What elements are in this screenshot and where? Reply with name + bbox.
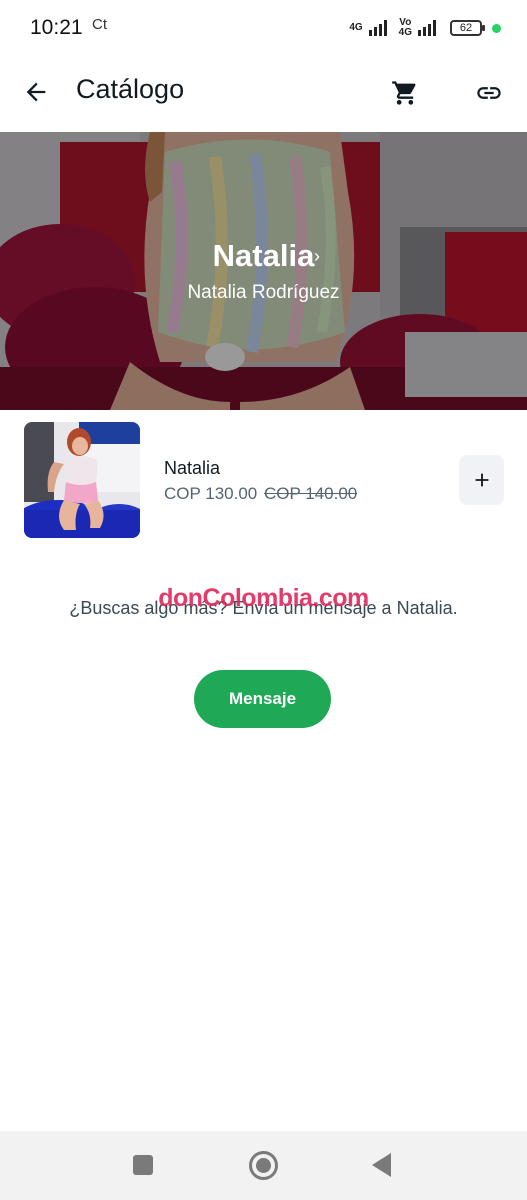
list-item[interactable]: Natalia COP 130.00 COP 140.00 bbox=[0, 410, 527, 550]
product-original-price: COP 140.00 bbox=[264, 484, 358, 503]
sim1-network-label: 4G bbox=[349, 23, 362, 33]
back-button[interactable] bbox=[14, 70, 58, 114]
add-to-cart-button[interactable] bbox=[459, 455, 504, 505]
battery-icon: 62 bbox=[450, 20, 485, 36]
share-link-button[interactable] bbox=[466, 70, 512, 116]
chevron-right-icon: › bbox=[314, 246, 320, 266]
cart-button[interactable] bbox=[382, 70, 428, 116]
business-name: Natalia bbox=[212, 238, 315, 273]
message-button[interactable]: Mensaje bbox=[194, 670, 331, 728]
status-icons: 4G Vo 4G 62 bbox=[349, 16, 501, 40]
business-name-row: Natalia bbox=[0, 238, 527, 274]
arrow-left-icon bbox=[26, 82, 46, 102]
status-bar: 10:21 Ct 4G Vo 4G 62 bbox=[0, 0, 527, 56]
cart-icon bbox=[392, 81, 416, 105]
business-subtitle: Natalia Rodríguez bbox=[187, 282, 340, 303]
catalog-header-banner[interactable]: Natalia › Natalia Rodríguez bbox=[0, 132, 527, 410]
square-icon[interactable] bbox=[133, 1155, 153, 1175]
product-name: Natalia bbox=[164, 458, 221, 478]
link-icon bbox=[477, 87, 501, 99]
sim1-label: 4G bbox=[349, 22, 363, 33]
status-time: 10:21 bbox=[30, 16, 83, 39]
product-price: COP 130.00 bbox=[164, 484, 258, 503]
battery-level: 62 bbox=[459, 22, 473, 34]
online-dot-icon bbox=[492, 23, 501, 33]
product-photo bbox=[24, 422, 140, 538]
signal-icon bbox=[368, 20, 387, 36]
status-app-indicator: Ct bbox=[92, 16, 107, 33]
system-nav-bar bbox=[0, 1131, 527, 1200]
sim2-network-label: Vo 4G bbox=[399, 18, 412, 38]
product-thumbnail[interactable] bbox=[24, 422, 140, 538]
app-bar: Catálogo bbox=[0, 56, 527, 132]
watermark: donColombia.com bbox=[158, 584, 369, 612]
triangle-back-icon[interactable] bbox=[372, 1153, 391, 1177]
page-title: Catálogo bbox=[76, 74, 185, 104]
signal-icon-2 bbox=[418, 20, 436, 36]
sim2-label-bottom: 4G bbox=[398, 27, 412, 38]
circle-icon[interactable] bbox=[249, 1151, 278, 1180]
plus-icon bbox=[475, 473, 488, 487]
